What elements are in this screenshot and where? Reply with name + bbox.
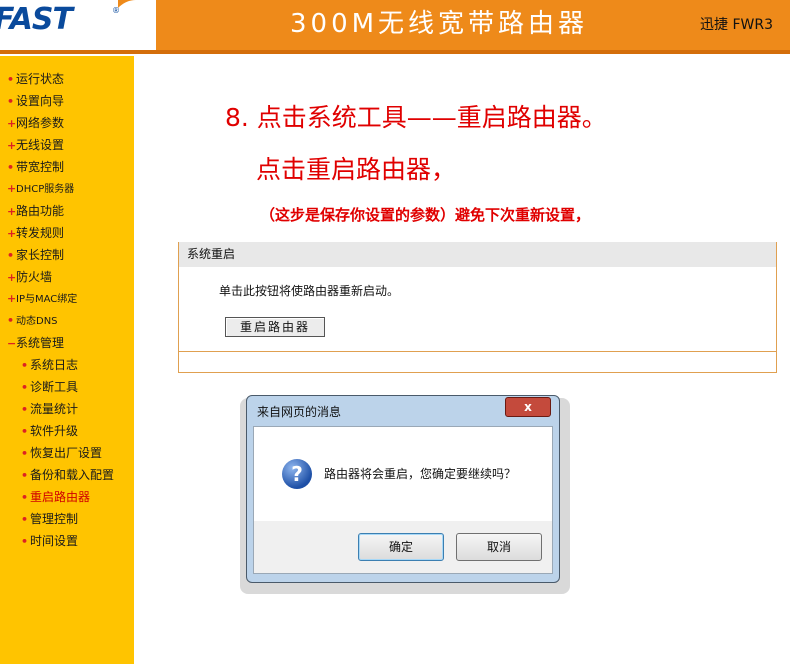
sidebar-item-ddns[interactable]: • 动态DNS (7, 313, 58, 330)
sidebar-subitem-time[interactable]: • 时间设置 (21, 533, 78, 550)
plus-icon: + (7, 182, 17, 195)
sidebar-item-dhcp[interactable]: +DHCP服务器 (7, 181, 74, 198)
panel-title: 系统重启 (179, 242, 776, 267)
instruction-click: 点击重启路由器， (256, 155, 457, 184)
bullet-icon: • (21, 381, 29, 394)
bullet-icon: • (7, 161, 15, 174)
sidebar-subitem-admin[interactable]: • 管理控制 (21, 511, 78, 528)
sidebar-item-routing[interactable]: +路由功能 (7, 203, 64, 220)
page-title: 300M无线宽带路由器 (290, 9, 589, 39)
dialog-title: 来自网页的消息 (257, 405, 342, 419)
close-button[interactable]: x (505, 397, 551, 417)
sidebar-item-forwarding[interactable]: +转发规则 (7, 225, 64, 242)
question-icon: ? (282, 459, 312, 489)
plus-icon: + (7, 205, 17, 218)
sidebar-subitem-reboot[interactable]: • 重启路由器 (21, 489, 90, 506)
sidebar-item-running-status[interactable]: • 运行状态 (7, 71, 64, 88)
header: FAST ® 300M无线宽带路由器 迅捷 FWR3 (0, 0, 790, 56)
sidebar-item-network[interactable]: +网络参数 (7, 115, 64, 132)
bullet-icon: • (21, 403, 29, 416)
sidebar-item-bandwidth[interactable]: • 带宽控制 (7, 159, 64, 176)
plus-icon: + (7, 227, 17, 240)
bullet-icon: • (21, 491, 29, 504)
sidebar-subitem-upgrade[interactable]: • 软件升级 (21, 423, 78, 440)
fast-logo: FAST (0, 2, 73, 37)
bullet-icon: • (7, 249, 15, 262)
reboot-panel: 系统重启 单击此按钮将使路由器重新启动。 重启路由器 (178, 242, 777, 373)
sidebar-subitem-traffic[interactable]: • 流量统计 (21, 401, 78, 418)
cancel-button[interactable]: 取消 (456, 533, 542, 561)
panel-description: 单击此按钮将使路由器重新启动。 (219, 284, 400, 298)
sidebar-item-firewall[interactable]: +防火墙 (7, 269, 52, 286)
bullet-icon: • (21, 513, 29, 526)
dialog-body: ? 路由器将会重启，您确定要继续吗？ (253, 426, 553, 522)
minus-icon: − (7, 337, 17, 350)
ok-button[interactable]: 确定 (358, 533, 444, 561)
sidebar-item-parental[interactable]: • 家长控制 (7, 247, 64, 264)
instruction-step: 8. 点击系统工具——重启路由器。 (225, 103, 607, 132)
panel-divider (179, 351, 776, 352)
bullet-icon: • (7, 73, 15, 86)
bullet-icon: • (21, 359, 29, 372)
plus-icon: + (7, 117, 17, 130)
bullet-icon: • (21, 469, 29, 482)
dialog-footer: 确定 取消 (253, 521, 553, 574)
sidebar: • 运行状态 • 设置向导 +网络参数 +无线设置 • 带宽控制 +DHCP服务器 +… (0, 56, 134, 664)
plus-icon: + (7, 292, 17, 305)
plus-icon: + (7, 271, 17, 284)
sidebar-item-wireless[interactable]: +无线设置 (7, 137, 64, 154)
bullet-icon: • (21, 447, 29, 460)
bullet-icon: • (7, 314, 15, 327)
dialog-message: 路由器将会重启，您确定要继续吗？ (324, 467, 517, 481)
bullet-icon: • (21, 425, 29, 438)
bullet-icon: • (21, 535, 29, 548)
instruction-note: （这步是保存你设置的参数）避免下次重新设置， (260, 206, 591, 224)
plus-icon: + (7, 139, 17, 152)
sidebar-subitem-factory-reset[interactable]: • 恢复出厂设置 (21, 445, 102, 462)
bullet-icon: • (7, 95, 15, 108)
sidebar-subitem-diagnostics[interactable]: • 诊断工具 (21, 379, 78, 396)
sidebar-item-system[interactable]: −系统管理 (7, 335, 64, 352)
header-divider (0, 50, 790, 54)
model-name: 迅捷 FWR3 (700, 17, 773, 33)
confirm-dialog: 来自网页的消息 x ? 路由器将会重启，您确定要继续吗？ 确定 取消 (246, 395, 560, 583)
sidebar-subitem-backup[interactable]: • 备份和载入配置 (21, 467, 114, 484)
sidebar-subitem-log[interactable]: • 系统日志 (21, 357, 78, 374)
sidebar-item-setup-wizard[interactable]: • 设置向导 (7, 93, 64, 110)
registered-mark: ® (112, 6, 120, 15)
reboot-button[interactable]: 重启路由器 (225, 317, 325, 337)
sidebar-item-ip-mac[interactable]: +IP与MAC绑定 (7, 291, 77, 308)
